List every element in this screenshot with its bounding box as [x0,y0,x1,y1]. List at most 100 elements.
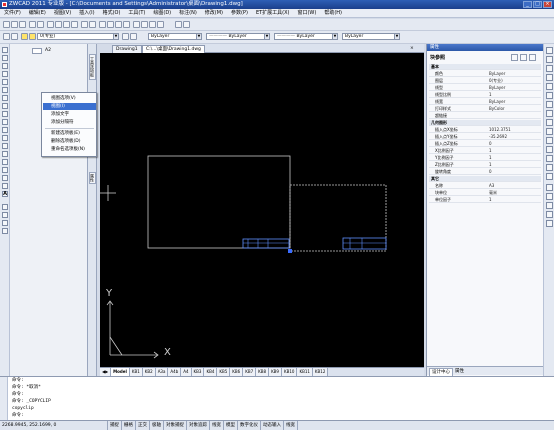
dim-radius-icon[interactable] [546,202,553,209]
layout-tab[interactable]: A4b [168,368,182,376]
dim-aligned-icon[interactable] [546,193,553,200]
property-row[interactable]: 颜色 ByLayer [429,71,541,77]
polar-toggle[interactable]: 极轴 [150,421,164,430]
extend-icon[interactable] [546,137,553,144]
properties-icon[interactable] [133,21,140,28]
make-block-icon[interactable] [2,143,8,149]
layer-previous-icon[interactable] [130,33,137,40]
polyline-icon[interactable] [2,63,8,69]
erase-icon[interactable] [2,204,8,210]
paste-icon[interactable] [63,21,70,28]
zoom-realtime-icon[interactable] [107,21,114,28]
menu-parameters[interactable]: 参数(P) [227,9,252,17]
plotstyle-select[interactable]: ByLayer ▼ [342,33,400,40]
tab-palette-properties[interactable]: 属性 [89,172,96,184]
scale-icon[interactable] [546,110,553,117]
dim-style-icon[interactable] [183,21,190,28]
menu-et-tools[interactable]: ET扩展工具(X) [252,9,294,17]
zoom-previous-icon[interactable] [123,21,130,28]
line-icon[interactable] [2,47,8,53]
copy-object-icon[interactable] [2,212,8,218]
dyn-input-toggle[interactable]: 动态输入 [261,421,284,430]
property-row[interactable]: 旋转角度 0 [429,169,541,175]
menu-format[interactable]: 格式(O) [99,9,125,17]
menu-item-view-options[interactable]: 视图选项(V) [43,95,96,102]
layout-tab[interactable]: KB2 [142,368,156,376]
spline-icon[interactable] [2,111,8,117]
close-button[interactable]: × [543,1,552,8]
property-row[interactable]: 插入点X坐标 1012.3751 [429,127,541,133]
layout-tab[interactable]: KB11 [297,368,313,376]
menu-modify[interactable]: 修改(M) [201,9,227,17]
redo-icon[interactable] [89,21,96,28]
property-row[interactable]: 线型 ByLayer [429,85,541,91]
layout-tab[interactable]: A3a [155,368,169,376]
ellipse-icon[interactable] [2,119,8,125]
doc-tab-active[interactable]: C:\...\桌面\Drawing1.dwg [142,45,205,53]
chamfer-icon[interactable] [546,155,553,162]
explode-icon[interactable] [546,173,553,180]
frame-a3-selected[interactable] [289,184,387,252]
command-window-grip[interactable] [0,377,8,421]
layout-tab[interactable]: KB8 [256,368,270,376]
property-row[interactable]: 线宽 ByLayer [429,99,541,105]
menu-window[interactable]: 窗口(W) [293,9,320,17]
layout-tab[interactable]: A4 [181,368,192,376]
rectangle-icon[interactable] [2,79,8,85]
property-row[interactable]: 名称 A3 [429,183,541,189]
model-toggle[interactable]: 模型 [224,421,238,430]
property-row[interactable]: X比例因子 1 [429,148,541,154]
color-select[interactable]: ByLayer ▼ [148,33,202,40]
doc-close-icon[interactable]: × [410,46,414,51]
offset-icon[interactable] [2,228,8,234]
tool-palettes-icon[interactable] [149,21,156,28]
bulb-icon[interactable] [21,33,28,40]
object-type[interactable]: 块参照 [430,54,488,62]
copy-icon[interactable] [55,21,62,28]
tab-tool-palette[interactable]: 工具选项板 [89,54,96,80]
preview-icon[interactable] [37,21,44,28]
design-center-icon[interactable] [141,21,148,28]
property-row[interactable]: 单位因子 1 [429,197,541,203]
grip-point[interactable] [288,249,292,253]
ellipse-arc-icon[interactable] [2,127,8,133]
maximize-button[interactable]: □ [533,1,542,8]
layer-state-icon[interactable] [11,33,18,40]
layout-tab[interactable]: KB7 [243,368,257,376]
menu-item-delete-palette[interactable]: 删除选项板(D) [43,138,96,145]
tab-properties[interactable]: 属性 [453,368,466,375]
doc-tab-drawing1[interactable]: Drawing1 [112,45,142,53]
quick-select-icon[interactable] [529,54,536,61]
layout-tab[interactable]: KB6 [230,368,244,376]
construction-line-icon[interactable] [2,55,8,61]
layout-tab[interactable]: KB10 [281,368,298,376]
point-icon[interactable] [2,151,8,157]
match-properties-icon[interactable] [71,21,78,28]
mirror-icon[interactable] [2,220,8,226]
layout-tab[interactable]: KB12 [312,368,329,376]
save-icon[interactable] [19,21,26,28]
menu-draw[interactable]: 绘图(D) [149,9,175,17]
new-icon[interactable] [3,21,10,28]
zoom-window-icon[interactable] [115,21,122,28]
property-section[interactable]: 几何图形 [429,120,541,126]
select-objects-icon[interactable] [520,54,527,61]
property-row[interactable]: 打印样式 ByColor [429,106,541,112]
menu-item-add-separator[interactable]: 添加分隔符 [43,119,96,126]
offset-tool-icon[interactable] [546,74,553,81]
minimize-button[interactable]: _ [523,1,532,8]
tablet-toggle[interactable]: 数字化仪 [238,421,261,430]
insert-block-icon[interactable] [2,135,8,141]
command-window[interactable]: 命令: 命令: *取消* 命令: 命令: _COPYCLIP copyclip … [0,376,554,421]
hatch-icon[interactable] [2,159,8,165]
polygon-icon[interactable] [2,71,8,77]
stretch-icon[interactable] [546,119,553,126]
layout-tab[interactable]: KB9 [269,368,282,376]
menu-tools[interactable]: 工具(T) [124,9,149,17]
layout-nav-icon[interactable]: ◀▶ [100,368,112,376]
sun-icon[interactable] [29,33,36,40]
move-icon[interactable] [546,92,553,99]
ortho-toggle[interactable]: 正交 [136,421,150,430]
property-row[interactable]: Z比例因子 1 [429,162,541,168]
property-row[interactable]: Y比例因子 1 [429,155,541,161]
